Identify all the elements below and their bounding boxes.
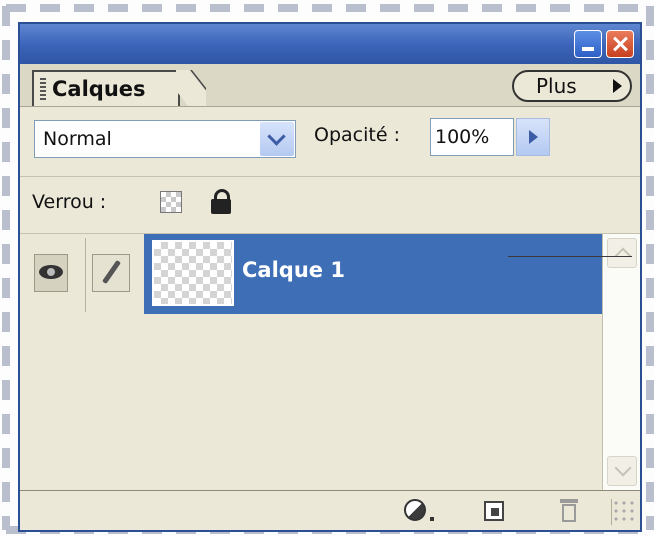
layer-name: Calque 1	[242, 258, 345, 282]
menu-indicator-dot	[430, 517, 434, 521]
minimize-icon[interactable]	[574, 30, 602, 58]
new-layer-icon[interactable]	[484, 501, 504, 521]
padlock-icon[interactable]	[210, 189, 232, 215]
more-options-label: Plus	[536, 74, 577, 98]
blend-mode-select[interactable]: Normal	[34, 120, 296, 158]
close-icon[interactable]	[606, 30, 634, 58]
tab-edge	[176, 70, 206, 106]
lock-row: Verrou :	[20, 177, 640, 234]
tab-grip-icon[interactable]	[40, 78, 46, 100]
opacity-value: 100%	[435, 126, 490, 148]
selection-border-top	[6, 4, 648, 12]
tab-calques[interactable]: Calques	[32, 70, 180, 106]
opacity-label: Opacité :	[314, 124, 400, 146]
palette-title-bar[interactable]	[20, 24, 640, 64]
trash-icon[interactable]	[560, 497, 578, 523]
resize-grip-icon[interactable]	[611, 499, 638, 525]
opacity-field[interactable]: 100%	[430, 118, 514, 156]
palette-bottom-toolbar	[20, 490, 640, 530]
trash-can	[562, 504, 576, 522]
layer-thumbnail[interactable]	[152, 240, 234, 306]
layers-palette: Calques Plus Normal Opacité : 100% Verro…	[18, 22, 642, 532]
blend-mode-dropdown-button[interactable]	[260, 122, 294, 156]
trash-lid	[560, 499, 578, 503]
layer-active-indicator[interactable]	[92, 254, 130, 292]
blend-options-row: Normal Opacité : 100%	[20, 106, 640, 177]
palette-tab-row: Calques Plus	[20, 64, 640, 107]
layer-visibility-toggle[interactable]	[34, 254, 68, 292]
callout-line	[508, 256, 632, 257]
tab-label: Calques	[52, 77, 146, 101]
layer-item-selected[interactable]: Calque 1	[144, 234, 602, 314]
screenshot-canvas: Calques Plus Normal Opacité : 100% Verro…	[0, 0, 654, 536]
chevron-down-icon	[614, 459, 632, 477]
layer-visibility-cell[interactable]	[24, 238, 86, 312]
selection-border-left	[2, 6, 10, 530]
blend-mode-value: Normal	[43, 128, 112, 150]
triangle-right-icon	[613, 79, 622, 93]
layer-link-cell[interactable]	[88, 238, 140, 312]
layers-scrollbar[interactable]	[602, 234, 640, 490]
chevron-down-icon	[267, 127, 286, 146]
checkerboard-lock-icon[interactable]	[160, 191, 182, 213]
eye-icon	[39, 265, 63, 279]
more-options-button[interactable]: Plus	[512, 70, 632, 102]
half-circle-icon[interactable]	[404, 499, 426, 521]
selection-border-right	[646, 6, 654, 530]
layers-list: Calque 1	[20, 234, 602, 490]
layer-row[interactable]: Calque 1	[20, 234, 602, 314]
triangle-right-icon	[529, 130, 538, 144]
lock-label: Verrou :	[32, 191, 107, 213]
brush-icon	[101, 259, 122, 285]
scroll-up-button[interactable]	[607, 238, 637, 268]
scroll-down-button[interactable]	[607, 456, 637, 486]
padlock-body	[211, 199, 231, 214]
opacity-slider-button[interactable]	[516, 118, 550, 156]
